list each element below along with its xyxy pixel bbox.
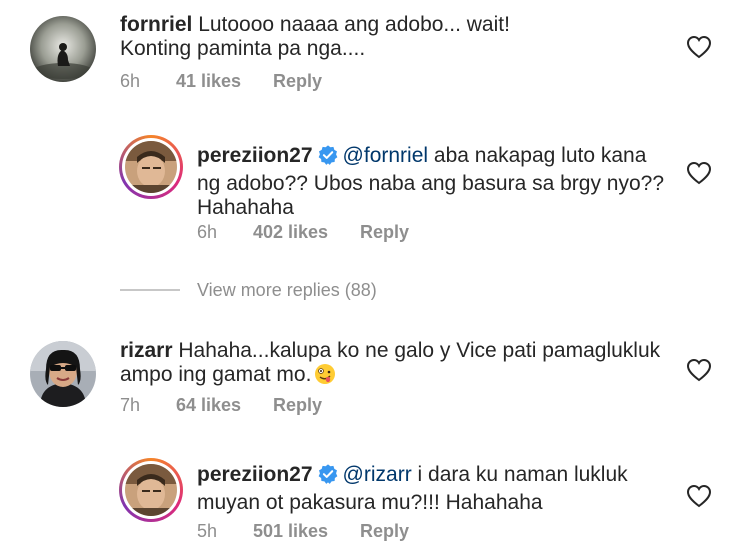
likes-count[interactable]: 501 likes	[253, 521, 328, 541]
avatar[interactable]	[119, 135, 183, 199]
comment-body-line: i dara ku naman lukluk	[411, 463, 628, 486]
mention-link[interactable]: @rizarr	[343, 463, 412, 486]
comment-body-line: ampo ing gamat mo.	[120, 363, 312, 386]
reply-button[interactable]: Reply	[273, 395, 322, 415]
comment-body-line: ng adobo?? Ubos naba ang basura sa brgy …	[197, 172, 665, 195]
comment-body-line: aba nakapag luto kana	[428, 144, 647, 167]
username[interactable]: pereziion27	[197, 463, 313, 486]
heart-icon[interactable]	[686, 484, 712, 508]
likes-count[interactable]: 402 likes	[253, 222, 328, 242]
timestamp[interactable]: 5h	[197, 521, 217, 541]
timestamp[interactable]: 6h	[120, 71, 140, 91]
comment-text: pereziion27 @rizarr i dara ku naman luklu…	[197, 463, 667, 515]
heart-icon[interactable]	[686, 358, 712, 382]
verified-badge-icon	[317, 144, 339, 172]
comment-meta: 6h 402 likes Reply	[0, 222, 750, 242]
reply-button[interactable]: Reply	[360, 521, 409, 541]
likes-count[interactable]: 64 likes	[176, 395, 241, 415]
view-more-replies-label[interactable]: View more replies (88)	[197, 279, 377, 301]
comment-text: pereziion27 @fornriel aba nakapag luto ka…	[197, 144, 667, 220]
comment-meta: 7h 64 likes Reply	[0, 395, 750, 415]
comment-meta: 6h 41 likes Reply	[0, 71, 750, 91]
comment-body-line: Hahahaha	[197, 196, 294, 219]
comment-body-line: muyan ot pakasura mu?!!! Hahahaha	[197, 491, 543, 514]
comment-meta: 5h 501 likes Reply	[0, 521, 750, 541]
comment-body-line: Lutoooo naaaa ang adobo... wait!	[198, 13, 510, 36]
comment-text: fornriel Lutoooo naaaa ang adobo... wait…	[120, 13, 680, 61]
likes-count[interactable]: 41 likes	[176, 71, 241, 91]
heart-icon[interactable]	[686, 35, 712, 59]
comment-body-line: Hahaha...kalupa ko ne galo y Vice pati p…	[178, 339, 661, 362]
timestamp[interactable]: 6h	[197, 222, 217, 242]
reply-button[interactable]: Reply	[360, 222, 409, 242]
mention-link[interactable]: @fornriel	[343, 144, 429, 167]
zany-face-emoji	[314, 363, 336, 385]
username[interactable]: rizarr	[120, 339, 173, 362]
comment-text: rizarr Hahaha...kalupa ko ne galo y Vice…	[120, 339, 680, 387]
comment-body-line: Konting paminta pa nga....	[120, 37, 366, 60]
reply-button[interactable]: Reply	[273, 71, 322, 91]
verified-badge-icon	[317, 463, 339, 491]
username[interactable]: pereziion27	[197, 144, 313, 167]
username[interactable]: fornriel	[120, 13, 192, 36]
divider	[120, 289, 180, 291]
timestamp[interactable]: 7h	[120, 395, 140, 415]
heart-icon[interactable]	[686, 161, 712, 185]
avatar[interactable]	[119, 458, 183, 522]
